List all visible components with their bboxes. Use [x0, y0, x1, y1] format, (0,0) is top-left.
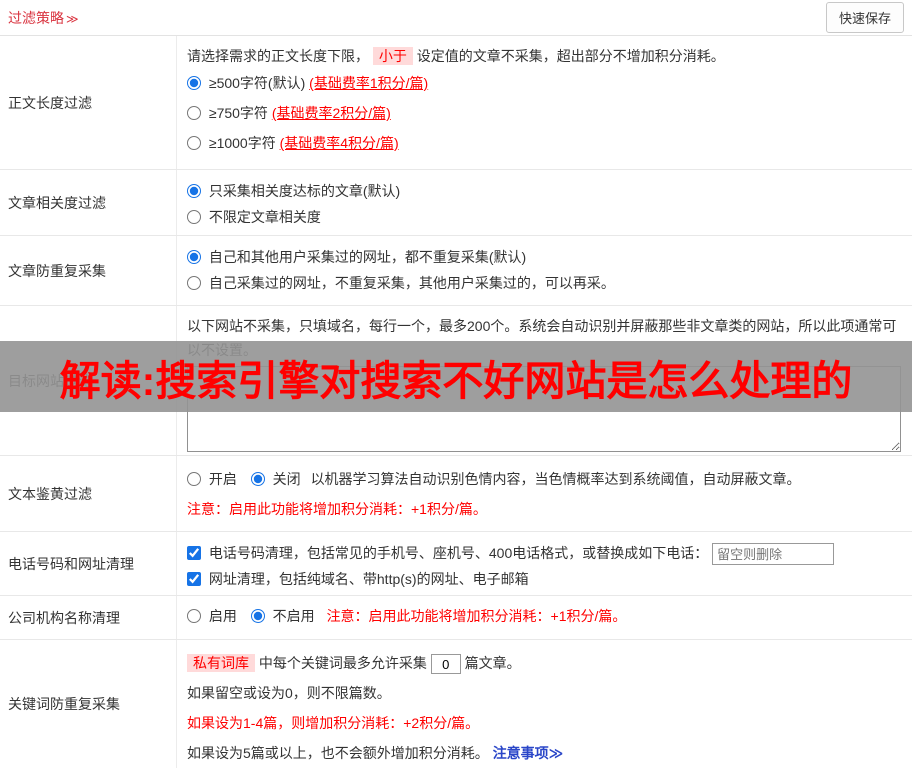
- private-lexicon-tag: 私有词库: [187, 654, 255, 672]
- radio-relevance-default-input[interactable]: [187, 184, 201, 198]
- radio-option-1000[interactable]: ≥1000字符 (基础费率4积分/篇): [187, 128, 902, 158]
- radio-porn-on-input[interactable]: [187, 472, 201, 486]
- radio-relevance-any-label: 不限定文章相关度: [208, 209, 321, 225]
- radio-porn-on[interactable]: 开启: [187, 471, 241, 487]
- relevance-label: 文章相关度过滤: [0, 170, 177, 235]
- body-length-label: 正文长度过滤: [0, 36, 177, 169]
- phone-clean-label: 电话号码和网址清理: [0, 532, 177, 595]
- porn-filter-note: 注意：启用此功能将增加积分消耗：+1积分/篇。: [187, 501, 487, 517]
- quick-save-button[interactable]: 快速保存: [825, 2, 904, 33]
- keyword-dedup-line2: 如果留空或设为0，则不限篇数。: [187, 685, 391, 701]
- row-keyword-dedup: 关键词防重复采集 私有词库 中每个关键词最多允许采集 篇文章。 如果留空或设为0…: [0, 640, 912, 768]
- row-company-clean: 公司机构名称清理 启用 不启用 注意：启用此功能将增加积分消耗：+1积分/篇。: [0, 596, 912, 640]
- row-phone-url-clean: 电话号码和网址清理 电话号码清理，包括常见的手机号、座机号、400电话格式，或替…: [0, 532, 912, 596]
- body-length-intro: 请选择需求的正文长度下限， 小于 设定值的文章不采集，超出部分不增加积分消耗。: [187, 44, 902, 68]
- phone-clean-line: 电话号码清理，包括常见的手机号、座机号、400电话格式，或替换成如下电话：: [187, 540, 902, 566]
- page-title-text: 过滤策略: [8, 9, 64, 26]
- intro-post: 设定值的文章不采集，超出部分不增加积分消耗。: [416, 48, 725, 64]
- checkbox-phone-clean-input[interactable]: [187, 546, 201, 560]
- radio-relevance-any[interactable]: 不限定文章相关度: [187, 204, 902, 230]
- porn-filter-desc: 以机器学习算法自动识别色情内容，当色情概率达到系统阈值，自动屏蔽文章。: [310, 471, 801, 487]
- radio-dedup-all-input[interactable]: [187, 250, 201, 264]
- checkbox-url-clean-text: 网址清理，包括纯域名、带http(s)的网址、电子邮箱: [208, 571, 529, 587]
- radio-porn-on-label: 开启: [208, 471, 237, 487]
- porn-filter-options: 开启 关闭 以机器学习算法自动识别色情内容，当色情概率达到系统阈值，自动屏蔽文章…: [187, 464, 902, 494]
- row-porn-filter: 文本鉴黄过滤 开启 关闭 以机器学习算法自动识别色情内容，当色情概率达到系统阈值…: [0, 456, 912, 532]
- keyword-dedup-label: 关键词防重复采集: [0, 640, 177, 768]
- radio-porn-off-input[interactable]: [250, 472, 265, 486]
- overlay-banner: 解读:搜索引擎对搜索不好网站是怎么处理的: [0, 341, 912, 412]
- radio-500-label: ≥500字符(默认): [208, 75, 310, 91]
- radio-porn-off[interactable]: 关闭: [250, 471, 305, 487]
- radio-dedup-self-input[interactable]: [187, 276, 201, 290]
- radio-company-on-input[interactable]: [187, 609, 201, 623]
- checkbox-phone-clean-text: 电话号码清理，包括常见的手机号、座机号、400电话格式，或替换成如下电话：: [208, 545, 709, 561]
- radio-1000-input[interactable]: [187, 136, 201, 150]
- radio-dedup-all[interactable]: 自己和其他用户采集过的网址，都不重复采集(默认): [187, 244, 902, 270]
- company-clean-options: 启用 不启用 注意：启用此功能将增加积分消耗：+1积分/篇。: [187, 606, 902, 626]
- company-clean-label: 公司机构名称清理: [0, 596, 177, 639]
- radio-company-on-label: 启用: [208, 608, 237, 624]
- radio-relevance-default[interactable]: 只采集相关度达标的文章(默认): [187, 178, 902, 204]
- radio-relevance-default-label: 只采集相关度达标的文章(默认): [208, 183, 401, 199]
- radio-1000-label: ≥1000字符: [208, 135, 280, 151]
- radio-dedup-self-label: 自己采集过的网址，不重复采集，其他用户采集过的，可以再采。: [208, 275, 615, 291]
- replacement-phone-input[interactable]: [712, 543, 835, 566]
- radio-company-off-input[interactable]: [250, 609, 265, 623]
- radio-option-500[interactable]: ≥500字符(默认) (基础费率1积分/篇): [187, 68, 902, 98]
- url-clean-line: 网址清理，包括纯域名、带http(s)的网址、电子邮箱: [187, 566, 902, 592]
- radio-relevance-any-input[interactable]: [187, 210, 201, 224]
- radio-dedup-all-label: 自己和其他用户采集过的网址，都不重复采集(默认): [208, 249, 527, 265]
- keyword-line4-text: 如果设为5篇或以上，也不会额外增加积分消耗。: [187, 745, 493, 761]
- keyword-count-input[interactable]: [430, 654, 461, 675]
- dedup-label: 文章防重复采集: [0, 236, 177, 305]
- radio-dedup-self[interactable]: 自己采集过的网址，不重复采集，其他用户采集过的，可以再采。: [187, 270, 902, 296]
- keyword-dedup-line4: 如果设为5篇或以上，也不会额外增加积分消耗。 注意事项≫: [187, 738, 902, 768]
- chevron-down-icon: ≫: [66, 11, 79, 26]
- radio-company-off-label: 不启用: [272, 608, 315, 624]
- row-dedup-collect: 文章防重复采集 自己和其他用户采集过的网址，都不重复采集(默认) 自己采集过的网…: [0, 236, 912, 306]
- keyword-line1-end: 篇文章。: [464, 655, 521, 671]
- radio-500-input[interactable]: [187, 76, 201, 90]
- radio-company-off[interactable]: 不启用: [250, 608, 319, 624]
- radio-750-input[interactable]: [187, 106, 201, 120]
- page-title[interactable]: 过滤策略 ≫: [8, 8, 79, 28]
- notes-link[interactable]: 注意事项≫: [493, 745, 564, 761]
- intro-pre: 请选择需求的正文长度下限，: [187, 48, 369, 64]
- row-body-length-filter: 正文长度过滤 请选择需求的正文长度下限， 小于 设定值的文章不采集，超出部分不增…: [0, 36, 912, 170]
- less-than-highlight: 小于: [372, 47, 413, 65]
- radio-500-note: (基础费率1积分/篇): [309, 75, 429, 91]
- overlay-banner-text: 解读:搜索引擎对搜索不好网站是怎么处理的: [59, 357, 853, 404]
- row-relevance-filter: 文章相关度过滤 只采集相关度达标的文章(默认) 不限定文章相关度: [0, 170, 912, 236]
- radio-750-label: ≥750字符: [208, 105, 272, 121]
- keyword-line1-mid: 中每个关键词最多允许采集: [258, 655, 431, 671]
- checkbox-phone-clean[interactable]: 电话号码清理，包括常见的手机号、座机号、400电话格式，或替换成如下电话：: [187, 545, 712, 561]
- radio-1000-note: (基础费率4积分/篇): [279, 135, 399, 151]
- porn-filter-label: 文本鉴黄过滤: [0, 456, 177, 531]
- checkbox-url-clean[interactable]: 网址清理，包括纯域名、带http(s)的网址、电子邮箱: [187, 571, 529, 587]
- company-clean-note: 注意：启用此功能将增加积分消耗：+1积分/篇。: [326, 608, 627, 624]
- radio-option-750[interactable]: ≥750字符 (基础费率2积分/篇): [187, 98, 902, 128]
- radio-750-note: (基础费率2积分/篇): [271, 105, 391, 121]
- keyword-dedup-line1: 私有词库 中每个关键词最多允许采集 篇文章。: [187, 648, 902, 678]
- page-header: 过滤策略 ≫ 快速保存: [0, 0, 912, 36]
- radio-company-on[interactable]: 启用: [187, 608, 241, 624]
- checkbox-url-clean-input[interactable]: [187, 572, 201, 586]
- keyword-dedup-line3: 如果设为1-4篇，则增加积分消耗：+2积分/篇。: [187, 715, 480, 731]
- radio-porn-off-label: 关闭: [272, 471, 301, 487]
